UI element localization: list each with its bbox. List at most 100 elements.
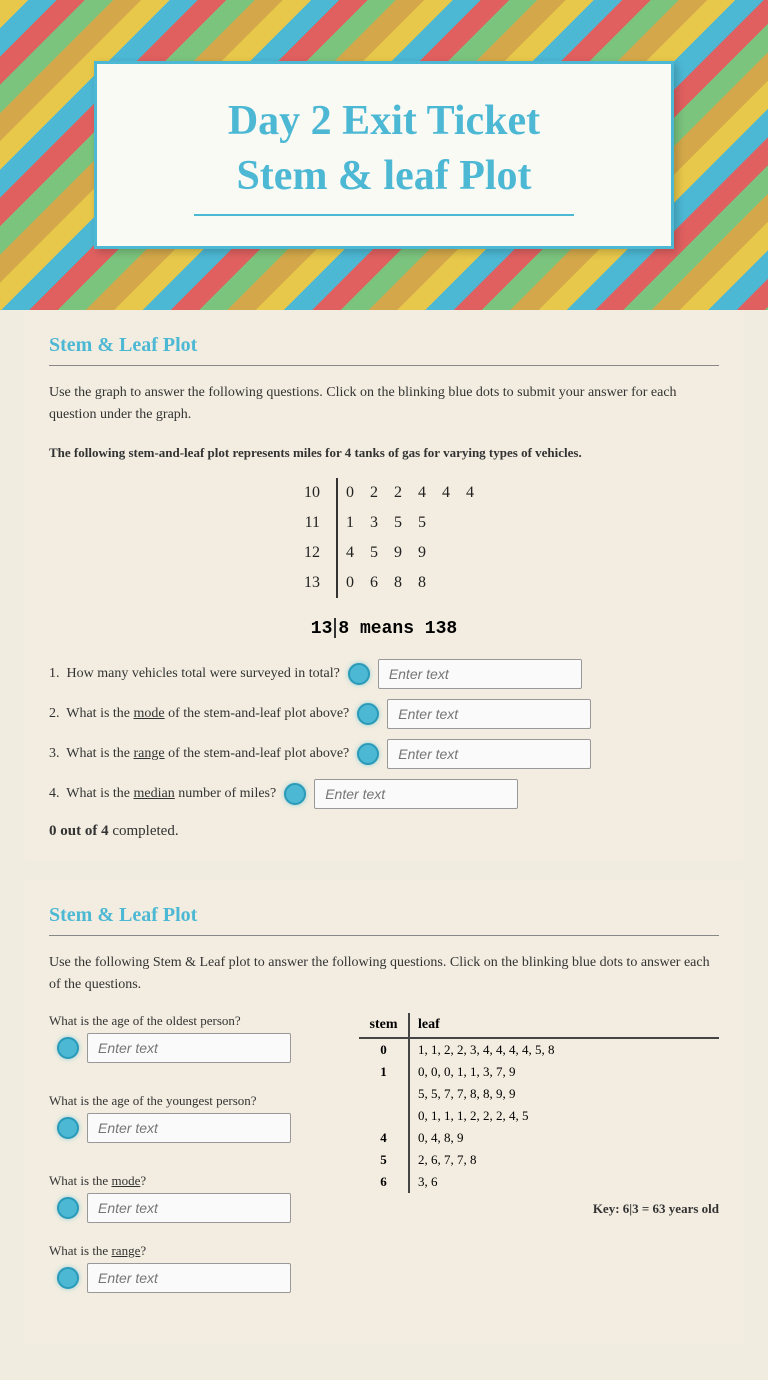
stem-12: 12 <box>288 539 328 568</box>
question4-text: 4. What is the median number of miles? <box>49 786 276 802</box>
section1-plot-description: The following stem-and-leaf plot represe… <box>49 443 719 463</box>
q2-youngest-input[interactable] <box>87 1113 291 1143</box>
stem-13: 13 <box>288 569 328 598</box>
leaf-3: 0, 1, 1, 1, 2, 2, 2, 4, 5 <box>409 1105 719 1127</box>
q2-mode-input[interactable] <box>87 1193 291 1223</box>
leaf-4: 0, 4, 8, 9 <box>409 1127 719 1149</box>
header-card: Day 2 Exit Ticket Stem & leaf Plot <box>94 61 674 248</box>
page-title: Day 2 Exit Ticket Stem & leaf Plot <box>147 94 621 203</box>
stem-10: 10 <box>288 479 328 508</box>
question4-row: 4. What is the median number of miles? <box>49 779 719 809</box>
q2-oldest-label: What is the age of the oldest person? <box>49 1013 359 1029</box>
q2-youngest-label: What is the age of the youngest person? <box>49 1093 359 1109</box>
q2-range-input-row <box>49 1263 359 1293</box>
leaf-5: 2, 6, 7, 7, 8 <box>409 1149 719 1171</box>
section2-divider <box>49 935 719 936</box>
section1-divider <box>49 365 719 366</box>
plot-row-10: 10 0 2 2 4 4 4 <box>288 478 480 508</box>
section1: Stem & Leaf Plot Use the graph to answer… <box>25 310 743 860</box>
plot-key1: 138 means 138 <box>49 618 719 639</box>
q2-num: 2. <box>49 706 60 721</box>
section2-table: stem leaf 0 1, 1, 2, 2, 3, 4, 4, 4, 4, 5… <box>359 1013 719 1193</box>
q1-dot[interactable] <box>348 663 370 685</box>
q2-youngest-dot[interactable] <box>57 1117 79 1139</box>
leaf-13: 0 6 8 8 <box>346 569 432 598</box>
section2-key: Key: 6|3 = 63 years old <box>359 1201 719 1217</box>
section2: Stem & Leaf Plot Use the following Stem … <box>25 880 743 1345</box>
header-divider <box>194 214 573 216</box>
page-wrapper: Day 2 Exit Ticket Stem & leaf Plot Stem … <box>0 0 768 1345</box>
section2-title: Stem & Leaf Plot <box>49 904 719 927</box>
plot-row-12: 12 4 5 9 9 <box>288 538 480 568</box>
table-row: 0, 1, 1, 1, 2, 2, 2, 4, 5 <box>359 1105 719 1127</box>
table-row: 5, 5, 7, 7, 8, 8, 9, 9 <box>359 1083 719 1105</box>
stem-bar <box>336 478 338 508</box>
q2-youngest: What is the age of the youngest person? <box>49 1093 359 1143</box>
question3-text: 3. What is the range of the stem-and-lea… <box>49 746 349 762</box>
section2-plot: stem leaf 0 1, 1, 2, 2, 3, 4, 4, 4, 4, 5… <box>359 1013 719 1309</box>
table2-header: stem leaf <box>359 1013 719 1038</box>
q1-input[interactable] <box>378 659 582 689</box>
q2-youngest-input-row <box>49 1113 359 1143</box>
stem-3 <box>359 1105 409 1127</box>
stem-header: stem <box>359 1013 409 1038</box>
q2-range-dot[interactable] <box>57 1267 79 1289</box>
stem-0: 0 <box>359 1038 409 1061</box>
q2-oldest-input[interactable] <box>87 1033 291 1063</box>
leaf-10: 0 2 2 4 4 4 <box>346 479 480 508</box>
section1-title: Stem & Leaf Plot <box>49 334 719 357</box>
q2-range-label: What is the range? <box>49 1243 359 1259</box>
main-content: Stem & Leaf Plot Use the graph to answer… <box>0 310 768 1345</box>
leaf-header: leaf <box>409 1013 719 1038</box>
q4-input[interactable] <box>314 779 518 809</box>
stem-4: 4 <box>359 1127 409 1149</box>
question2-row: 2. What is the mode of the stem-and-leaf… <box>49 699 719 729</box>
table-row: 6 3, 6 <box>359 1171 719 1193</box>
leaf-11: 1 3 5 5 <box>346 509 432 538</box>
q2-oldest-input-row <box>49 1033 359 1063</box>
question3-row: 3. What is the range of the stem-and-lea… <box>49 739 719 769</box>
q2-oldest: What is the age of the oldest person? <box>49 1013 359 1063</box>
q2-input[interactable] <box>387 699 591 729</box>
stem-bar3 <box>336 538 338 568</box>
q3-input[interactable] <box>387 739 591 769</box>
plot-table1: 10 0 2 2 4 4 4 11 1 3 5 5 12 <box>288 478 480 598</box>
section1-description: Use the graph to answer the following qu… <box>49 382 719 427</box>
section2-questions: What is the age of the oldest person? Wh… <box>49 1013 359 1309</box>
completion-text: 0 out of 4 completed. <box>49 823 719 840</box>
stem-leaf-plot1: 10 0 2 2 4 4 4 11 1 3 5 5 12 <box>49 478 719 598</box>
q1-num: 1. <box>49 666 60 681</box>
table-row: 4 0, 4, 8, 9 <box>359 1127 719 1149</box>
leaf-12: 4 5 9 9 <box>346 539 432 568</box>
stem-1: 1 <box>359 1061 409 1083</box>
q3-num: 3. <box>49 746 60 761</box>
q2-mode-dot[interactable] <box>57 1197 79 1219</box>
table-row: 5 2, 6, 7, 7, 8 <box>359 1149 719 1171</box>
plot-row-13: 13 0 6 8 8 <box>288 568 480 598</box>
completion-suffix: completed. <box>109 823 179 839</box>
section2-description: Use the following Stem & Leaf plot to an… <box>49 952 719 997</box>
leaf-1: 0, 0, 0, 1, 1, 3, 7, 9 <box>409 1061 719 1083</box>
plot-row-11: 11 1 3 5 5 <box>288 508 480 538</box>
q2-dot[interactable] <box>357 703 379 725</box>
stem-2 <box>359 1083 409 1105</box>
q2-mode-label: What is the mode? <box>49 1173 359 1189</box>
stem-bar2 <box>336 508 338 538</box>
q1-label: How many vehicles total were surveyed in… <box>67 666 340 681</box>
q2-mode-input-row <box>49 1193 359 1223</box>
leaf-6: 3, 6 <box>409 1171 719 1193</box>
stem-6: 6 <box>359 1171 409 1193</box>
q4-dot[interactable] <box>284 783 306 805</box>
q2-mode: What is the mode? <box>49 1173 359 1223</box>
stem-11: 11 <box>288 509 328 538</box>
stem-5: 5 <box>359 1149 409 1171</box>
leaf-2: 5, 5, 7, 7, 8, 8, 9, 9 <box>409 1083 719 1105</box>
header-background: Day 2 Exit Ticket Stem & leaf Plot <box>0 0 768 310</box>
table-row: 0 1, 1, 2, 2, 3, 4, 4, 4, 4, 5, 8 <box>359 1038 719 1061</box>
question1-text: 1. How many vehicles total were surveyed… <box>49 666 340 682</box>
q2-oldest-dot[interactable] <box>57 1037 79 1059</box>
q2-range-input[interactable] <box>87 1263 291 1293</box>
section2-combined: What is the age of the oldest person? Wh… <box>49 1013 719 1309</box>
question2-text: 2. What is the mode of the stem-and-leaf… <box>49 706 349 722</box>
q3-dot[interactable] <box>357 743 379 765</box>
